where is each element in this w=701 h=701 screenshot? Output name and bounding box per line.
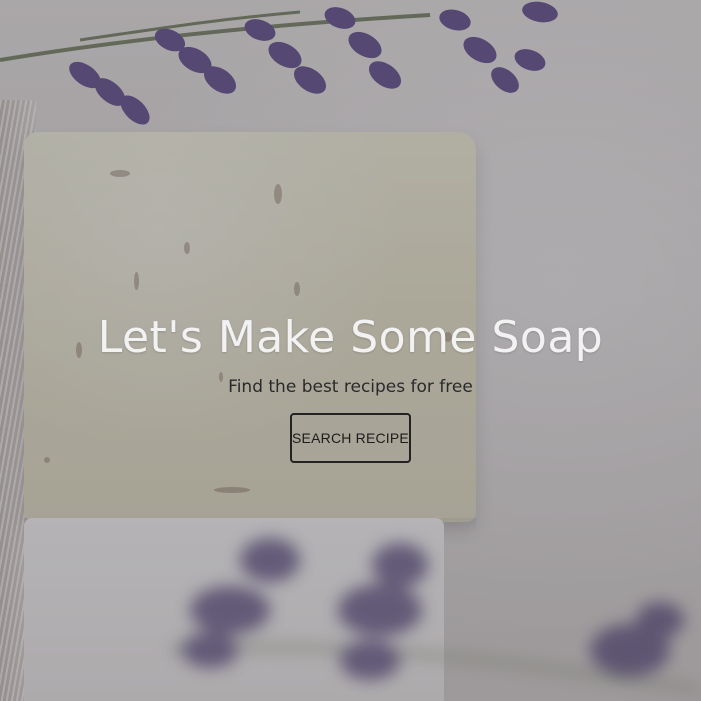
search-recipe-button[interactable]: SEARCH RECIPE <box>290 413 411 463</box>
hero-subtitle: Find the best recipes for free <box>228 377 473 397</box>
hero-section: Let's Make Some Soap Find the best recip… <box>0 0 701 701</box>
hero-content: Let's Make Some Soap Find the best recip… <box>0 312 701 463</box>
hero-title: Let's Make Some Soap <box>97 312 604 363</box>
